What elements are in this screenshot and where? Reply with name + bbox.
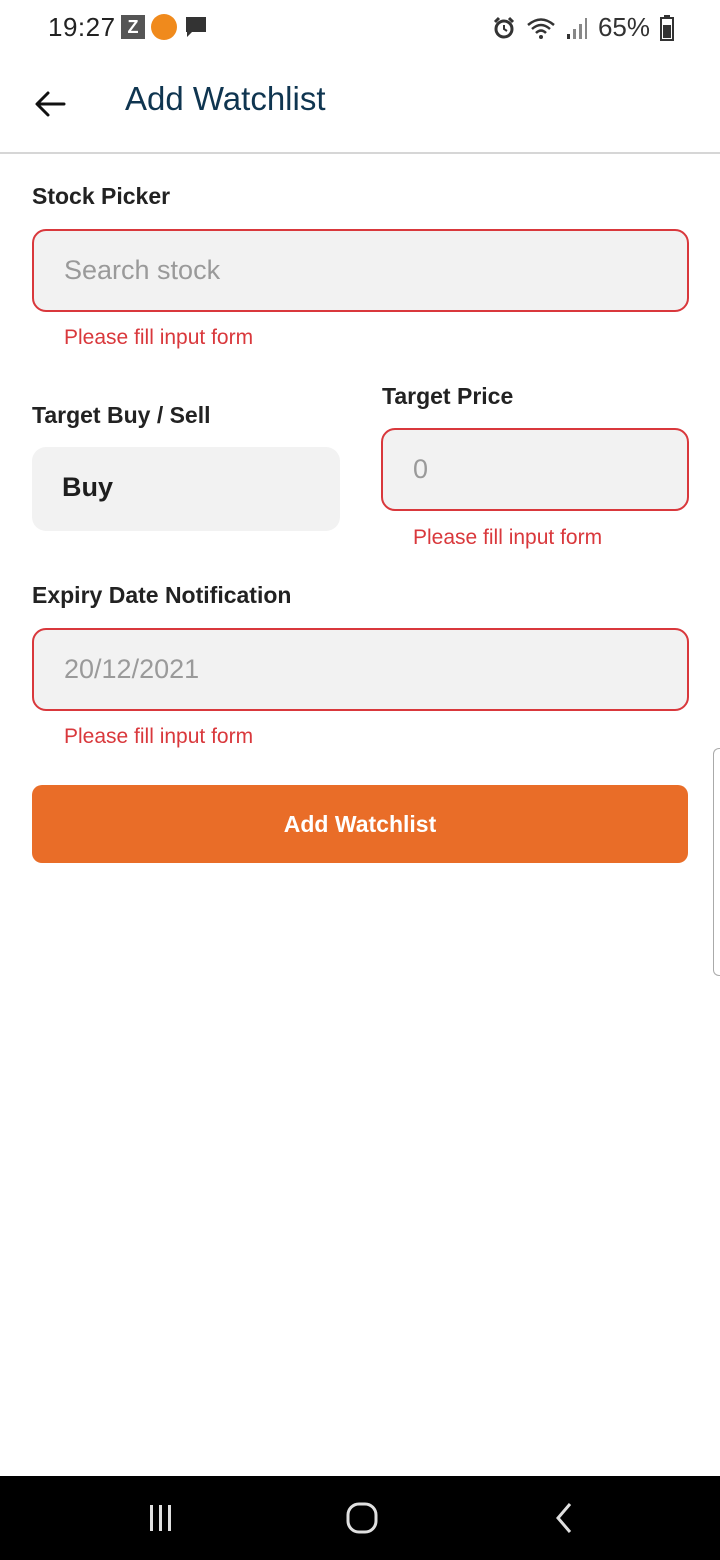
app-bar: Add Watchlist (0, 56, 720, 154)
expiry-date-error: Please fill input form (64, 725, 254, 748)
expiry-date-label: Expiry Date Notification (32, 582, 292, 608)
home-button[interactable] (340, 1498, 384, 1538)
back-button[interactable] (30, 84, 70, 124)
nav-back-button[interactable] (544, 1498, 584, 1538)
buy-sell-value: Buy (62, 472, 114, 502)
arrow-left-icon (35, 91, 66, 117)
recent-apps-button[interactable] (140, 1498, 180, 1538)
add-watchlist-button[interactable]: Add Watchlist (32, 785, 688, 863)
buy-sell-selector[interactable]: Buy (32, 447, 340, 531)
target-price-label: Target Price (382, 383, 514, 409)
wifi-icon (527, 17, 555, 39)
alarm-icon (493, 16, 515, 38)
chat-icon (186, 17, 206, 37)
target-price-input[interactable]: 0 (381, 428, 689, 511)
status-time: 19:27 (48, 12, 116, 42)
back-icon (556, 1503, 572, 1533)
battery-percent: 65% (597, 12, 650, 42)
z-icon: Z (121, 15, 145, 39)
edge-panel-handle[interactable] (713, 748, 720, 976)
stock-picker-label: Stock Picker (32, 183, 171, 209)
expiry-date-input[interactable]: 20/12/2021 (32, 628, 689, 711)
stock-search-input[interactable]: Search stock (32, 229, 689, 312)
notification-icons: Z (121, 14, 209, 40)
page-title: Add Watchlist (125, 80, 326, 117)
battery-icon (660, 14, 674, 41)
system-status: 65% (492, 12, 674, 43)
signal-icon (566, 17, 587, 39)
expiry-date-placeholder: 20/12/2021 (64, 654, 200, 684)
status-bar: 19:27 Z 65% (0, 0, 720, 56)
home-icon (346, 1502, 378, 1534)
target-price-error: Please fill input form (413, 526, 603, 549)
stage-club-icon (151, 14, 177, 40)
stock-search-placeholder: Search stock (64, 255, 221, 285)
system-nav-bar (0, 1476, 720, 1560)
recent-apps-icon (150, 1505, 171, 1531)
target-price-placeholder: 0 (413, 454, 429, 484)
stock-picker-error: Please fill input form (64, 326, 254, 349)
target-buy-sell-label: Target Buy / Sell (32, 402, 211, 428)
